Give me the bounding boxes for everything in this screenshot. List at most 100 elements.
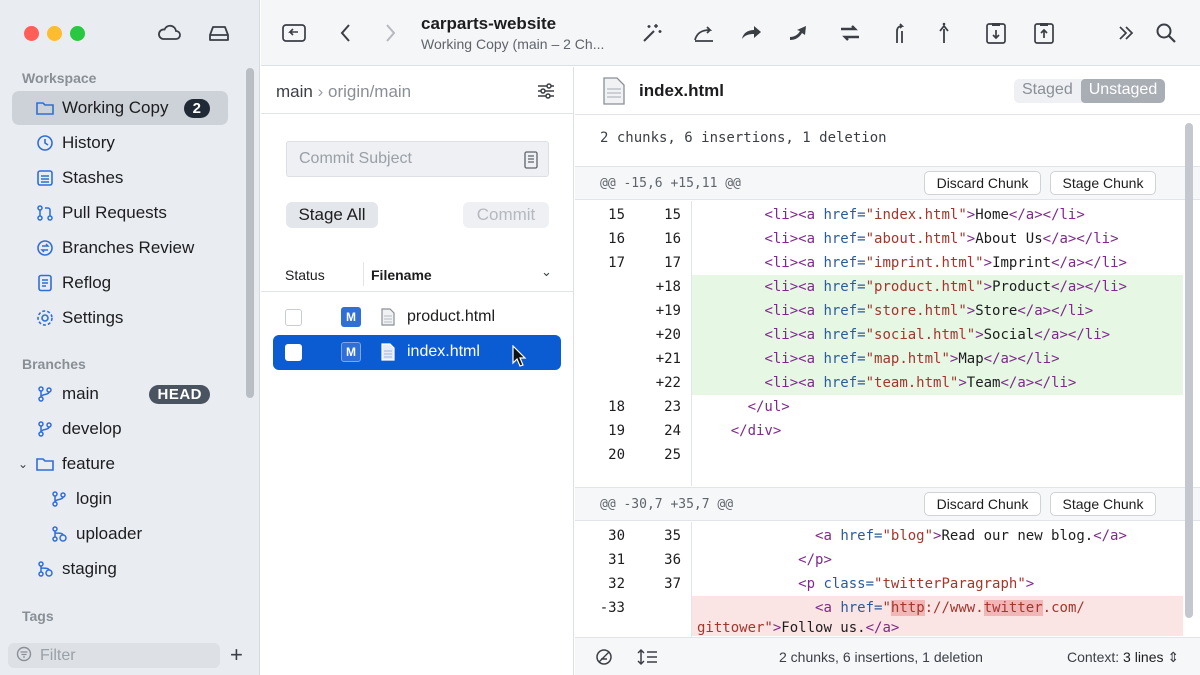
chunk-body: 30 35 <a href="blog">Read our new blog.</…	[575, 522, 1200, 637]
segment-unstaged[interactable]: Unstaged	[1080, 79, 1166, 103]
drive-icon[interactable]	[206, 21, 232, 45]
diff-scrollbar[interactable]	[1185, 123, 1193, 618]
discard-chunk-button[interactable]: Discard Chunk	[924, 171, 1041, 195]
context-selector[interactable]: Context: 3 lines ⇕	[1067, 649, 1179, 666]
sidebar-item-branches-review[interactable]: Branches Review	[12, 231, 228, 265]
pull-request-icon	[36, 204, 54, 222]
modified-status-badge: M	[341, 307, 361, 327]
diff-line: 15 15 <li><a href="index.html">Home</a></…	[608, 207, 1085, 223]
commit-subject-placeholder: Commit Subject	[299, 150, 412, 167]
sidebar-item-settings[interactable]: Settings	[12, 301, 228, 335]
more-chevrons-icon[interactable]	[1113, 20, 1139, 46]
breadcrumb: main › origin/main	[276, 82, 411, 102]
filter-icon	[16, 646, 32, 666]
forward-icon[interactable]	[377, 20, 403, 46]
chevron-down-icon[interactable]: ⌄	[541, 264, 552, 280]
sidebar-item-label: Branches Review	[62, 238, 195, 257]
diff-line: 30 35 <a href="blog">Read our new blog.</…	[608, 528, 1127, 544]
folder-icon	[36, 455, 54, 473]
push-icon[interactable]	[931, 20, 957, 46]
upstream-name[interactable]: origin/main	[328, 82, 411, 101]
line-spacing-icon[interactable]	[637, 648, 659, 671]
magic-wand-icon[interactable]	[639, 20, 665, 46]
segment-staged[interactable]: Staged	[1014, 79, 1081, 103]
search-icon[interactable]	[1153, 20, 1179, 46]
diff-line: 19 24 </div>	[608, 423, 782, 439]
divider	[261, 113, 574, 114]
sidebar-item-stashes[interactable]: Stashes	[12, 161, 228, 195]
commit-panel: main › origin/main Commit Subject Stage …	[261, 67, 574, 675]
branch-icon	[36, 385, 54, 403]
pull-icon[interactable]	[787, 20, 813, 46]
stage-chunk-button[interactable]: Stage Chunk	[1050, 492, 1156, 516]
sidebar-item-reflog[interactable]: Reflog	[12, 266, 228, 300]
whitespace-toggle-icon[interactable]	[595, 648, 613, 671]
branch-name[interactable]: main	[276, 82, 313, 101]
sidebar-item-history[interactable]: History	[12, 126, 228, 160]
stash-pop-icon[interactable]	[1031, 20, 1057, 46]
merge-icon[interactable]	[887, 20, 913, 46]
sidebar-branch-folder-feature[interactable]: ⌄ feature	[12, 447, 228, 481]
sidebar-branch-login[interactable]: login	[12, 482, 228, 516]
sidebar-item-working-copy[interactable]: Working Copy 2	[12, 91, 228, 125]
add-icon[interactable]: +	[230, 643, 243, 667]
up-down-chevron-icon: ⇕	[1167, 649, 1180, 665]
sidebar: Workspace Working Copy 2 History Stashes…	[0, 0, 260, 675]
filter-field[interactable]: Filter	[8, 643, 220, 668]
sidebar-branch-main[interactable]: main HEAD	[12, 377, 228, 411]
sync-icon[interactable]	[837, 20, 863, 46]
document-icon[interactable]	[524, 151, 538, 174]
diff-line: 17 17 <li><a href="imprint.html">Imprint<…	[608, 255, 1127, 271]
sidebar-toggle-icon[interactable]	[281, 20, 307, 46]
diff-header: index.html Staged Unstaged	[575, 67, 1200, 115]
file-row-selected[interactable]: M index.html	[273, 335, 561, 370]
fetch-icon[interactable]	[739, 20, 765, 46]
sidebar-item-pull-requests[interactable]: Pull Requests	[12, 196, 228, 230]
tags-section-header: Tags	[22, 608, 54, 624]
commit-button[interactable]: Commit	[463, 202, 549, 228]
chevron-down-icon[interactable]: ⌄	[18, 457, 28, 471]
workspace-section-header: Workspace	[22, 70, 97, 86]
sidebar-branch-develop[interactable]: develop	[12, 412, 228, 446]
diff-summary: 2 chunks, 6 insertions, 1 deletion	[600, 130, 887, 146]
window-controls	[24, 26, 85, 41]
file-row[interactable]: M product.html	[273, 300, 561, 335]
breadcrumb-separator-icon: ›	[317, 82, 328, 101]
zoom-window-button[interactable]	[70, 26, 85, 41]
stage-chunk-button[interactable]: Stage Chunk	[1050, 171, 1156, 195]
stage-checkbox[interactable]	[285, 344, 302, 361]
repo-subtitle: Working Copy (main – 2 Ch...	[421, 36, 605, 52]
filter-options-icon[interactable]	[536, 81, 556, 106]
file-icon	[381, 343, 395, 366]
stage-all-button[interactable]: Stage All	[286, 202, 378, 228]
branch-tracking-icon	[36, 560, 54, 578]
diff-line: 32 37 <p class="twitterParagraph">	[608, 576, 1035, 592]
diff-line-added: +18 <li><a href="product.html">Product</…	[575, 275, 1200, 299]
cloud-icon[interactable]	[156, 21, 182, 45]
commit-edit-icon[interactable]	[691, 20, 717, 46]
discard-chunk-button[interactable]: Discard Chunk	[924, 492, 1041, 516]
diff-panel: index.html Staged Unstaged 2 chunks, 6 i…	[575, 67, 1200, 675]
sidebar-branch-uploader[interactable]: uploader	[12, 517, 228, 551]
commit-subject-input[interactable]: Commit Subject	[286, 141, 549, 177]
gear-icon	[36, 309, 54, 327]
sidebar-item-label: Stashes	[62, 168, 124, 187]
stash-save-icon[interactable]	[983, 20, 1009, 46]
file-list-header: Status Filename ⌄	[261, 258, 574, 292]
back-icon[interactable]	[333, 20, 359, 46]
minimize-window-button[interactable]	[47, 26, 62, 41]
branches-section-header: Branches	[22, 356, 86, 372]
chunk-header: @@ -15,6 +15,11 @@ Discard Chunk Stage C…	[575, 166, 1200, 200]
staged-unstaged-segmented-control: Staged Unstaged	[1014, 79, 1166, 103]
stage-checkbox[interactable]	[285, 309, 302, 326]
sidebar-branch-staging[interactable]: staging	[12, 552, 228, 586]
count-badge: 2	[183, 98, 210, 118]
close-window-button[interactable]	[24, 26, 39, 41]
context-label: Context:	[1067, 649, 1120, 665]
sidebar-item-label: Settings	[62, 308, 124, 327]
column-header-filename[interactable]: Filename	[371, 267, 432, 283]
diff-line: 31 36 </p>	[608, 552, 832, 568]
sidebar-scrollbar[interactable]	[246, 68, 254, 398]
column-header-status[interactable]: Status	[285, 267, 325, 283]
diff-line: 18 23 </ul>	[608, 399, 790, 415]
